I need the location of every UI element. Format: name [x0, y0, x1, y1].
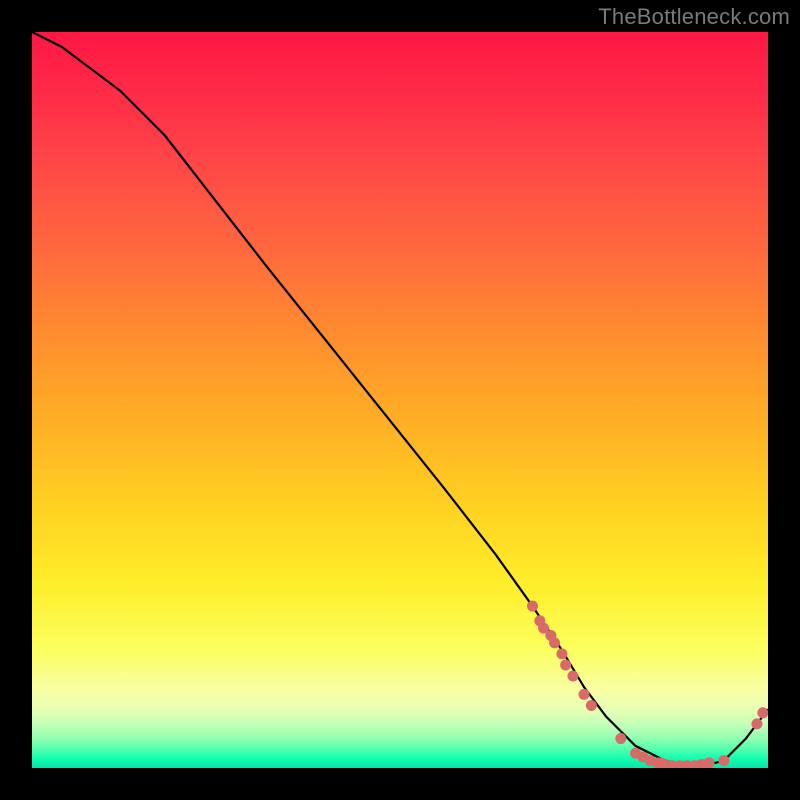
- data-point: [704, 757, 715, 768]
- data-point: [586, 700, 597, 711]
- data-point: [560, 659, 571, 670]
- chart-frame: TheBottleneck.com: [0, 0, 800, 800]
- data-point: [757, 707, 768, 718]
- plot-area: [32, 32, 768, 768]
- data-point: [527, 601, 538, 612]
- data-point: [579, 689, 590, 700]
- data-point: [556, 648, 567, 659]
- chart-overlay: [32, 32, 768, 768]
- bottleneck-curve: [32, 32, 768, 768]
- data-point: [567, 671, 578, 682]
- data-point: [718, 755, 729, 766]
- data-point: [615, 733, 626, 744]
- data-point: [751, 718, 762, 729]
- scatter-points: [527, 601, 768, 768]
- data-point: [549, 637, 560, 648]
- watermark-text: TheBottleneck.com: [598, 4, 790, 30]
